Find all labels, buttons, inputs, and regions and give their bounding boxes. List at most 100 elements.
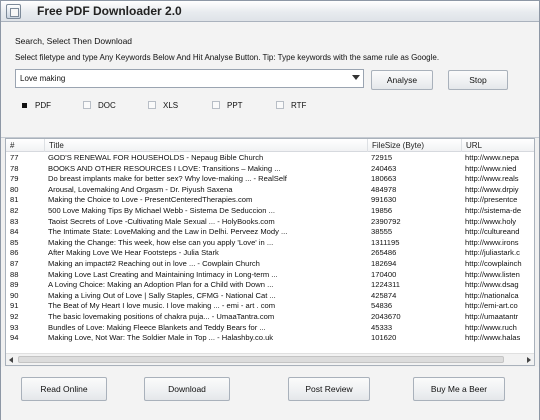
row-url: http://juliastark.c	[465, 248, 520, 258]
row-filesize: 182694	[371, 258, 397, 268]
action-bar: Read Online Download Post Review Buy Me …	[1, 367, 539, 420]
table-row[interactable]: 90 Making a Living Out of Love | Sally St…	[6, 291, 534, 302]
app-icon[interactable]	[6, 4, 21, 19]
row-title: The Intimate State: LoveMaking and the L…	[48, 227, 288, 237]
table-row[interactable]: 87 Making an impact#2 Reaching out in lov…	[6, 259, 534, 270]
row-number: 87	[10, 258, 19, 268]
row-title: A Loving Choice: Making an Adoption Plan…	[48, 280, 274, 290]
table-row[interactable]: 93 Bundles of Love: Making Fleece Blanket…	[6, 323, 534, 334]
row-url: http://www.reals	[465, 174, 519, 184]
row-filesize: 170400	[371, 269, 397, 279]
row-url: http://www.irons	[465, 237, 519, 247]
row-filesize: 101620	[371, 333, 397, 343]
xls-label: XLS	[163, 100, 179, 110]
scroll-thumb[interactable]	[18, 356, 504, 363]
row-url: http://www.nepa	[465, 153, 520, 162]
row-title: GOD'S RENEWAL FOR HOUSEHOLDS - Nepaug Bi…	[48, 153, 264, 162]
xls-checkbox[interactable]	[148, 101, 156, 109]
row-filesize: 991630	[371, 195, 397, 205]
row-url: http://nationalca	[465, 290, 519, 300]
row-url: http://www.holy	[465, 216, 517, 226]
row-number: 84	[10, 227, 19, 237]
filetype-pdf-option[interactable]: PDF	[20, 99, 51, 111]
post-review-button[interactable]: Post Review	[288, 377, 370, 401]
table-row[interactable]: 84 The Intimate State: LoveMaking and the…	[6, 227, 534, 238]
filetype-ppt-option[interactable]: PPT	[212, 99, 243, 111]
pdf-label: PDF	[35, 100, 51, 110]
row-title: Do breast implants make for better sex? …	[48, 174, 287, 184]
buy-beer-button[interactable]: Buy Me a Beer	[413, 377, 505, 401]
table-row[interactable]: 86 After Making Love We Hear Footsteps - …	[6, 248, 534, 259]
row-number: 89	[10, 280, 19, 290]
results-table[interactable]: # Title FileSize (Byte) URL 77 GOD'S RENE…	[5, 138, 535, 366]
results-header: # Title FileSize (Byte) URL	[6, 139, 534, 152]
row-number: 83	[10, 216, 19, 226]
row-filesize: 1311195	[371, 237, 400, 247]
row-title: 500 Love Making Tips By Michael Webb - S…	[48, 205, 275, 215]
table-row[interactable]: 77 GOD'S RENEWAL FOR HOUSEHOLDS - Nepaug …	[6, 153, 534, 164]
ppt-checkbox[interactable]	[212, 101, 220, 109]
row-url: http://emi-art.co	[465, 301, 518, 311]
app-window: Free PDF Downloader 2.0 Search, Select T…	[0, 0, 540, 420]
table-row[interactable]: 85 Making the Change: This week, how else…	[6, 238, 534, 249]
keyword-value[interactable]: Love making	[20, 74, 65, 83]
table-row[interactable]: 78 BOOKS AND OTHER RESOURCES I LOVE: Tran…	[6, 164, 534, 175]
column-header-url[interactable]: URL	[462, 139, 534, 152]
column-header-filesize[interactable]: FileSize (Byte)	[368, 139, 462, 152]
row-title: Making Love Last Creating and Maintainin…	[48, 269, 278, 279]
pdf-checkbox[interactable]	[22, 102, 27, 108]
doc-checkbox[interactable]	[83, 101, 91, 109]
row-filesize: 72915	[371, 153, 393, 162]
filetype-rtf-option[interactable]: RTF	[276, 99, 306, 111]
row-title: After Making Love We Hear Footsteps - Ju…	[48, 248, 219, 258]
table-row[interactable]: 80 Arousal, Lovemaking And Orgasm - Dr. P…	[6, 185, 534, 196]
row-filesize: 2390792	[371, 216, 401, 226]
row-url: http://sistema-de	[465, 205, 522, 215]
table-row[interactable]: 82 500 Love Making Tips By Michael Webb -…	[6, 206, 534, 217]
row-title: The basic lovemaking positions of chakra…	[48, 311, 275, 321]
table-row[interactable]: 88 Making Love Last Creating and Maintain…	[6, 270, 534, 281]
row-number: 91	[10, 301, 19, 311]
row-url: http://www.dsag	[465, 280, 519, 290]
row-number: 92	[10, 311, 19, 321]
table-row[interactable]: 92 The basic lovemaking positions of chak…	[6, 312, 534, 323]
row-url: http://umaatantr	[465, 311, 519, 321]
rtf-checkbox[interactable]	[276, 101, 284, 109]
row-number: 80	[10, 184, 19, 194]
column-header-number[interactable]: #	[6, 139, 45, 152]
row-filesize: 54836	[371, 301, 393, 311]
keyword-combobox[interactable]: Love making	[15, 69, 364, 88]
download-button[interactable]: Download	[144, 377, 230, 401]
table-row[interactable]: 83 Taoist Secrets of Love -Cultivating Ma…	[6, 217, 534, 228]
row-url: http://presentce	[465, 195, 518, 205]
chevron-down-icon[interactable]	[352, 75, 360, 80]
horizontal-scrollbar[interactable]	[6, 353, 534, 365]
filetype-xls-option[interactable]: XLS	[148, 99, 178, 111]
row-title: Making Love, Not War: The Soldier Male i…	[48, 333, 274, 343]
analyse-button[interactable]: Analyse	[371, 70, 433, 90]
row-filesize: 484978	[371, 184, 397, 194]
row-title: The Beat of My Heart I love music. I lov…	[48, 301, 276, 311]
table-row[interactable]: 79 Do breast implants make for better sex…	[6, 174, 534, 185]
title-bar[interactable]: Free PDF Downloader 2.0	[1, 1, 539, 22]
read-online-button[interactable]: Read Online	[21, 377, 107, 401]
row-filesize: 38555	[371, 227, 393, 237]
scroll-left-icon[interactable]	[9, 357, 13, 363]
row-number: 94	[10, 333, 19, 343]
row-filesize: 19856	[371, 205, 393, 215]
search-header: Search, Select Then Download	[15, 36, 133, 46]
table-row[interactable]: 94 Making Love, Not War: The Soldier Male…	[6, 333, 534, 344]
table-row[interactable]: 81 Making the Choice to Love - PresentCen…	[6, 195, 534, 206]
table-row[interactable]: 91 The Beat of My Heart I love music. I l…	[6, 301, 534, 312]
row-filesize: 45333	[371, 322, 393, 332]
row-title: BOOKS AND OTHER RESOURCES I LOVE: Transi…	[48, 163, 281, 173]
stop-button[interactable]: Stop	[448, 70, 508, 90]
scroll-right-icon[interactable]	[527, 357, 531, 363]
filetype-doc-option[interactable]: DOC	[83, 99, 116, 111]
column-header-title[interactable]: Title	[45, 139, 368, 152]
row-filesize: 425874	[371, 290, 397, 300]
row-url: http://www.listen	[465, 269, 520, 279]
row-url: http://www.halas	[465, 333, 521, 343]
table-row[interactable]: 89 A Loving Choice: Making an Adoption Pl…	[6, 280, 534, 291]
row-number: 93	[10, 322, 19, 332]
